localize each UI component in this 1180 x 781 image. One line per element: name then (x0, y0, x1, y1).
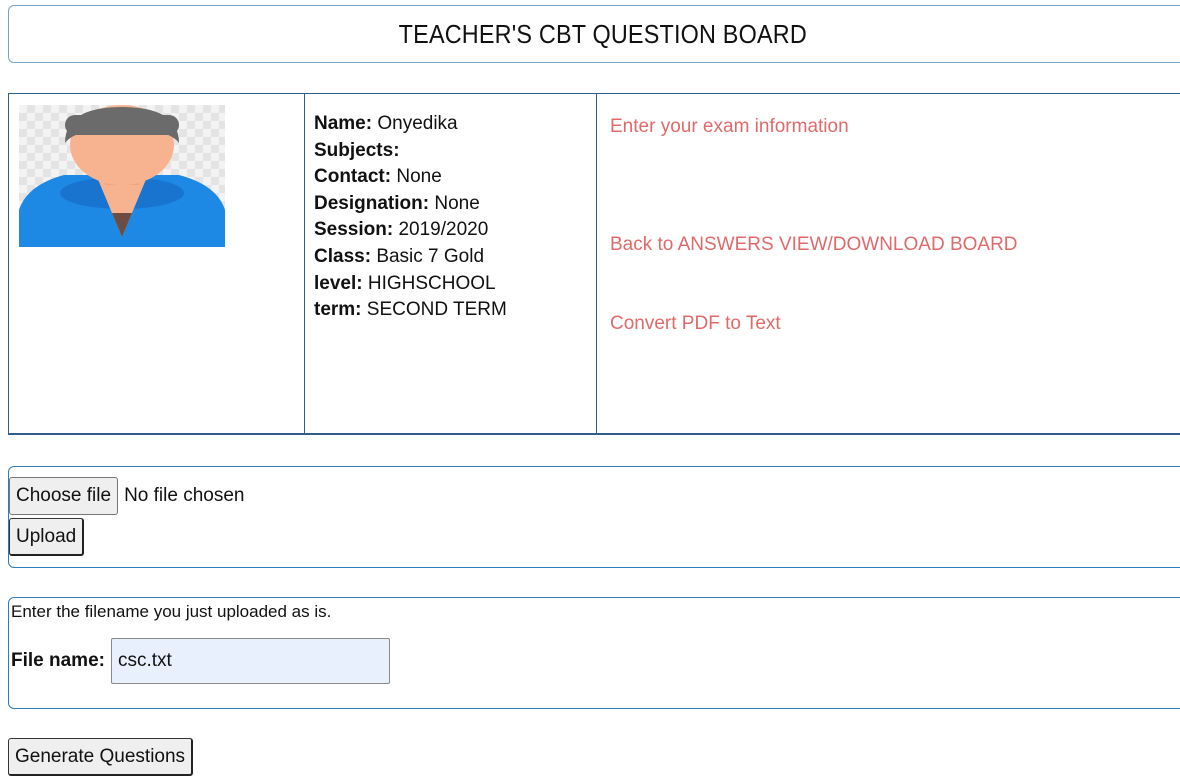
profile-field-session: Session: 2019/2020 (314, 219, 489, 241)
filename-form: Enter the filename you just uploaded as … (8, 597, 1180, 709)
filename-hint: Enter the filename you just uploaded as … (11, 602, 332, 621)
filename-label: File name: (11, 650, 105, 671)
user-avatar-icon (19, 105, 225, 247)
profile-field-term: term: SECOND TERM (314, 299, 507, 321)
profile-field-level: level: HIGHSCHOOL (314, 272, 496, 294)
profile-links-cell: Enter your exam information Back to ANSW… (597, 94, 1180, 433)
profile-field-name: Name: Onyedika (314, 113, 458, 134)
upload-form: Choose file No file chosen Upload (8, 466, 1180, 568)
answers-board-link[interactable]: Back to ANSWERS VIEW/DOWNLOAD BOARD (610, 234, 1018, 256)
choose-file-button[interactable]: Choose file (9, 477, 119, 515)
convert-pdf-link[interactable]: Convert PDF to Text (610, 313, 781, 335)
upload-button[interactable]: Upload (9, 518, 85, 556)
header-panel: TEACHER'S CBT QUESTION BOARD (8, 5, 1180, 63)
avatar-cell (9, 94, 305, 433)
profile-field-designation: Designation: None (314, 192, 480, 214)
file-picker: Choose file No file chosen (9, 477, 244, 515)
filename-row: File name: (11, 638, 390, 684)
exam-info-link[interactable]: Enter your exam information (610, 116, 849, 138)
profile-field-subjects: Subjects: (314, 139, 400, 161)
page-title: TEACHER'S CBT QUESTION BOARD (398, 18, 808, 49)
filename-input[interactable] (110, 638, 390, 684)
no-file-text: No file chosen (124, 485, 245, 506)
profile-field-class: Class: Basic 7 Gold (314, 245, 485, 267)
generate-questions-button[interactable]: Generate Questions (8, 738, 194, 776)
profile-table: Name: Onyedika Subjects: Contact: None D… (8, 93, 1180, 435)
avatar-graphic (19, 105, 225, 247)
profile-field-contact: Contact: None (314, 166, 442, 188)
profile-info-cell: Name: Onyedika Subjects: Contact: None D… (305, 94, 597, 433)
